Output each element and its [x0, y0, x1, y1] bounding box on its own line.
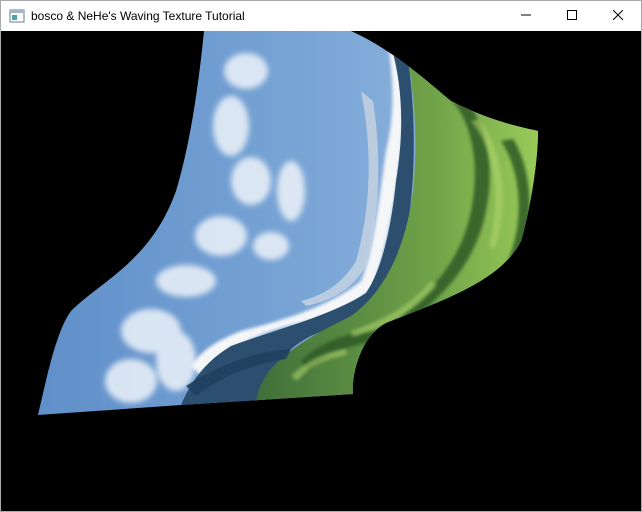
minimize-button[interactable] [503, 1, 549, 31]
title-bar[interactable]: bosco & NeHe's Waving Texture Tutorial [1, 1, 641, 31]
flag-texture [38, 31, 538, 415]
maximize-button[interactable] [549, 1, 595, 31]
maximize-icon [567, 7, 577, 25]
app-window: bosco & NeHe's Waving Texture Tutorial [0, 0, 642, 512]
opengl-render-area[interactable] [1, 31, 641, 511]
window-title: bosco & NeHe's Waving Texture Tutorial [31, 9, 245, 23]
waving-texture-flag [38, 31, 538, 415]
close-icon [612, 7, 624, 25]
application-window-icon[interactable] [9, 8, 25, 24]
minimize-icon [521, 7, 531, 25]
close-button[interactable] [595, 1, 641, 31]
